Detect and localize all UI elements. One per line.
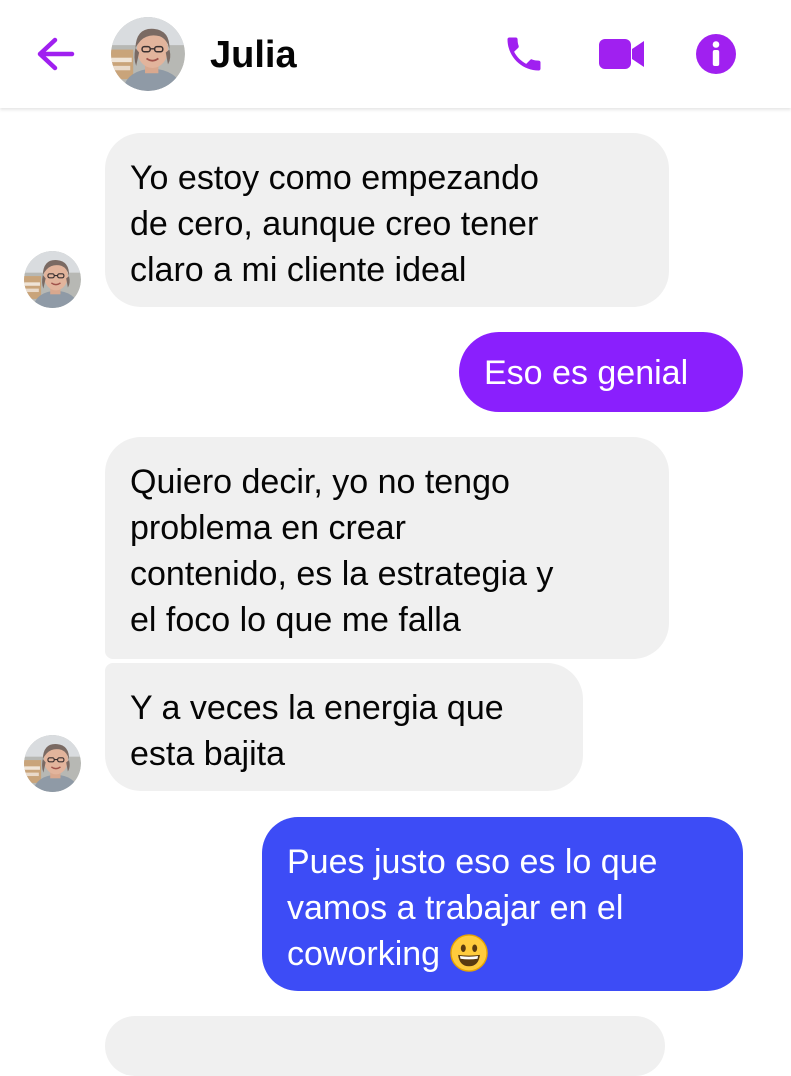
message-bubble-outgoing[interactable]: Pues justo eso es lo que vamos a trabaja… [262, 817, 743, 991]
info-icon [696, 34, 736, 74]
conversation-info-button[interactable] [692, 30, 740, 78]
conversation-header: Julia [0, 0, 791, 108]
grinning-face-emoji-icon [449, 934, 488, 972]
sender-avatar[interactable] [24, 251, 81, 308]
message-bubble-incoming[interactable] [105, 1016, 665, 1076]
back-button[interactable] [32, 34, 78, 74]
sender-avatar[interactable] [24, 735, 81, 792]
video-call-button[interactable] [598, 30, 646, 78]
arrow-left-icon [37, 37, 75, 71]
video-camera-icon [599, 39, 644, 69]
contact-name[interactable]: Julia [210, 33, 297, 77]
contact-avatar[interactable] [111, 17, 185, 91]
voice-call-button[interactable] [500, 30, 548, 78]
message-bubble-incoming[interactable]: Yo estoy como empezando de cero, aunque … [105, 133, 669, 307]
phone-icon [507, 37, 541, 71]
message-bubble-incoming[interactable]: Y a veces la energia que esta bajita [105, 663, 583, 791]
message-bubble-outgoing[interactable]: Eso es genial [459, 332, 743, 412]
message-bubble-incoming[interactable]: Quiero decir, yo no tengo problema en cr… [105, 437, 669, 659]
